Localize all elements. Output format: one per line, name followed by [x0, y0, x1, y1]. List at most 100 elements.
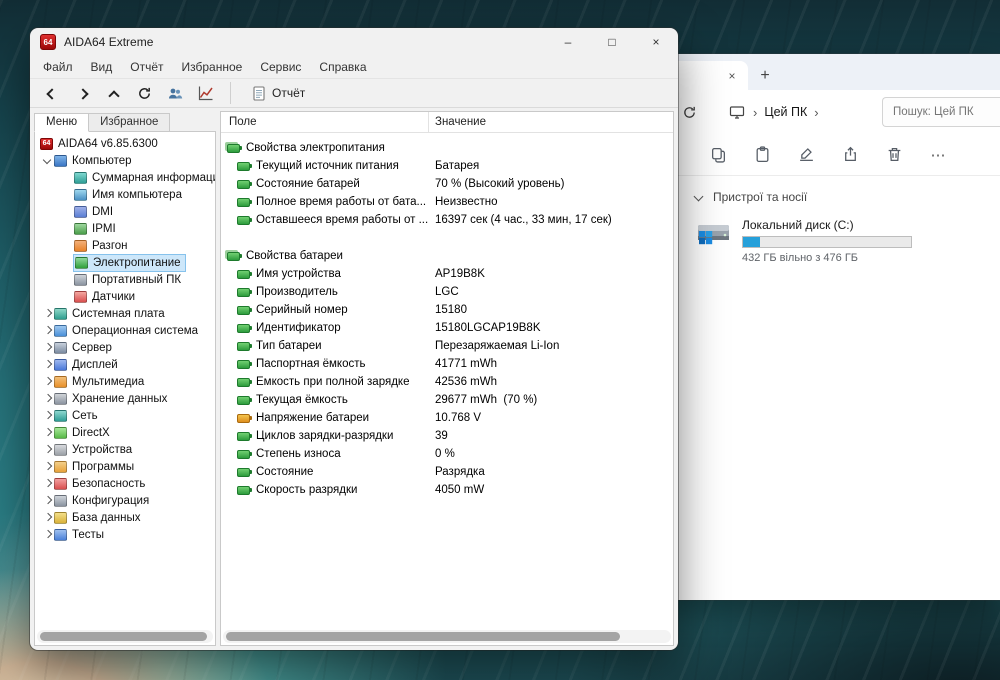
- tree-item-motherboard[interactable]: Системная плата: [35, 305, 215, 322]
- tree-item-multimedia[interactable]: Мультимедиа: [35, 373, 215, 390]
- table-row[interactable]: Полное время работы от бата... Неизвестн…: [221, 193, 673, 211]
- menu-tools[interactable]: Сервис: [251, 60, 310, 74]
- table-row[interactable]: Идентификатор 15180LGCAP19B8K: [221, 319, 673, 337]
- horizontal-scrollbar-thumb[interactable]: [226, 632, 621, 641]
- chevron-right-icon[interactable]: [41, 324, 54, 337]
- table-row[interactable]: Состояние Разрядка: [221, 463, 673, 481]
- table-row[interactable]: Серийный номер 15180: [221, 301, 673, 319]
- chevron-right-icon[interactable]: [41, 443, 54, 456]
- paste-icon[interactable]: [740, 139, 784, 171]
- tree-item-storage[interactable]: Хранение данных: [35, 390, 215, 407]
- tree-item-tests[interactable]: Тесты: [35, 526, 215, 543]
- menu-file[interactable]: Файл: [34, 60, 82, 74]
- tree-item-network[interactable]: Сеть: [35, 407, 215, 424]
- column-value[interactable]: Значение: [429, 116, 673, 128]
- rename-icon[interactable]: [784, 139, 828, 171]
- chevron-right-icon[interactable]: [41, 375, 54, 388]
- horizontal-scrollbar-thumb[interactable]: [40, 632, 208, 641]
- tree-item-server[interactable]: Сервер: [35, 339, 215, 356]
- chevron-right-icon[interactable]: [41, 358, 54, 371]
- table-row[interactable]: Тип батареи Перезаряжаемая Li-Ion: [221, 337, 673, 355]
- chevron-right-icon[interactable]: [41, 477, 54, 490]
- chevron-right-icon[interactable]: [41, 392, 54, 405]
- table-row[interactable]: Напряжение батареи 10.768 V: [221, 409, 673, 427]
- table-row[interactable]: Имя устройства AP19B8K: [221, 265, 673, 283]
- more-options-icon[interactable]: ⋯: [916, 139, 960, 171]
- tree-item-os[interactable]: Операционная система: [35, 322, 215, 339]
- tree-item-computer[interactable]: Компьютер: [35, 152, 215, 169]
- breadcrumb-this-pc[interactable]: Цей ПК: [764, 105, 807, 119]
- table-row[interactable]: Паспортная ёмкость 41771 mWh: [221, 355, 673, 373]
- chevron-right-icon[interactable]: [41, 426, 54, 439]
- tree-item-programs[interactable]: Программы: [35, 458, 215, 475]
- chart-icon[interactable]: [197, 84, 215, 102]
- report-button[interactable]: Отчёт: [246, 84, 311, 103]
- users-icon[interactable]: [166, 84, 184, 102]
- tree-item-display[interactable]: Дисплей: [35, 356, 215, 373]
- table-section-row[interactable]: Свойства электропитания: [221, 139, 673, 157]
- refresh-icon[interactable]: [680, 103, 698, 121]
- tab-menu[interactable]: Меню: [34, 113, 90, 132]
- table-row[interactable]: Циклов зарядки-разрядки 39: [221, 427, 673, 445]
- menu-report[interactable]: Отчёт: [121, 60, 172, 74]
- close-button[interactable]: ×: [634, 28, 678, 56]
- tree-item-devices[interactable]: Устройства: [35, 441, 215, 458]
- menu-help[interactable]: Справка: [310, 60, 375, 74]
- title-bar[interactable]: 64 AIDA64 Extreme – □ ×: [30, 28, 678, 56]
- table-row[interactable]: Скорость разрядки 4050 mW: [221, 481, 673, 499]
- chevron-down-icon[interactable]: [41, 154, 54, 167]
- tree-item-aida-root[interactable]: 64 AIDA64 v6.85.6300: [35, 135, 215, 152]
- column-field[interactable]: Поле: [221, 112, 429, 132]
- tree-item-portable-pc[interactable]: Портативный ПК: [35, 271, 215, 288]
- table-row[interactable]: Степень износа 0 %: [221, 445, 673, 463]
- back-icon[interactable]: [42, 84, 60, 102]
- share-icon[interactable]: [828, 139, 872, 171]
- tree-item-sensors[interactable]: Датчики: [35, 288, 215, 305]
- chevron-right-icon[interactable]: [41, 460, 54, 473]
- copy-icon[interactable]: [696, 139, 740, 171]
- drive-item[interactable]: Локальний диск (C:) 432 ГБ вільно з 476 …: [694, 218, 1000, 264]
- devices-section-header[interactable]: Пристрої та носії: [694, 190, 1000, 204]
- tree-item-dmi[interactable]: DMI: [35, 203, 215, 220]
- table-row[interactable]: Состояние батарей 70 % (Высокий уровень): [221, 175, 673, 193]
- refresh-icon[interactable]: [135, 84, 153, 102]
- tree-item-security[interactable]: Безопасность: [35, 475, 215, 492]
- this-pc-icon[interactable]: [728, 103, 746, 121]
- new-tab-button[interactable]: +: [748, 61, 782, 90]
- maximize-button[interactable]: □: [590, 28, 634, 56]
- chevron-right-icon[interactable]: [41, 341, 54, 354]
- up-icon[interactable]: [104, 84, 122, 102]
- drive-name[interactable]: Локальний диск (C:): [742, 218, 912, 232]
- chevron-right-icon[interactable]: [41, 511, 54, 524]
- tab-favorites[interactable]: Избранное: [88, 113, 171, 132]
- horizontal-scrollbar[interactable]: [37, 630, 213, 643]
- tree-item-config[interactable]: Конфигурация: [35, 492, 215, 509]
- tree-item-summary[interactable]: Суммарная информация: [35, 169, 215, 186]
- tree-item-overclock[interactable]: Разгон: [35, 237, 215, 254]
- chevron-right-icon[interactable]: [41, 494, 54, 507]
- table-row[interactable]: Текущая ёмкость 29677 mWh (70 %): [221, 391, 673, 409]
- tab-close-icon[interactable]: ×: [723, 67, 741, 85]
- forward-icon[interactable]: [73, 84, 91, 102]
- search-input[interactable]: [891, 105, 1000, 119]
- chevron-right-icon[interactable]: [41, 528, 54, 541]
- minimize-button[interactable]: –: [546, 28, 590, 56]
- tree-item-directx[interactable]: DirectX: [35, 424, 215, 441]
- chevron-right-icon[interactable]: [41, 307, 54, 320]
- table-row[interactable]: Производитель LGC: [221, 283, 673, 301]
- tree-item-computer-name[interactable]: Имя компьютера: [35, 186, 215, 203]
- table-row[interactable]: Текущий источник питания Батарея: [221, 157, 673, 175]
- chevron-down-icon[interactable]: [694, 192, 704, 202]
- tree-item-power[interactable]: Электропитание: [35, 253, 215, 272]
- delete-icon[interactable]: [872, 139, 916, 171]
- menu-favorites[interactable]: Избранное: [173, 60, 252, 74]
- menu-view[interactable]: Вид: [82, 60, 122, 74]
- tree-item-ipmi[interactable]: IPMI: [35, 220, 215, 237]
- table-row[interactable]: Ёмкость при полной зарядке 42536 mWh: [221, 373, 673, 391]
- tree-item-database[interactable]: База данных: [35, 509, 215, 526]
- horizontal-scrollbar[interactable]: [223, 630, 671, 643]
- search-box[interactable]: [882, 97, 1000, 127]
- table-section-row[interactable]: Свойства батареи: [221, 247, 673, 265]
- table-row[interactable]: Оставшееся время работы от ... 16397 сек…: [221, 211, 673, 229]
- chevron-right-icon[interactable]: [41, 409, 54, 422]
